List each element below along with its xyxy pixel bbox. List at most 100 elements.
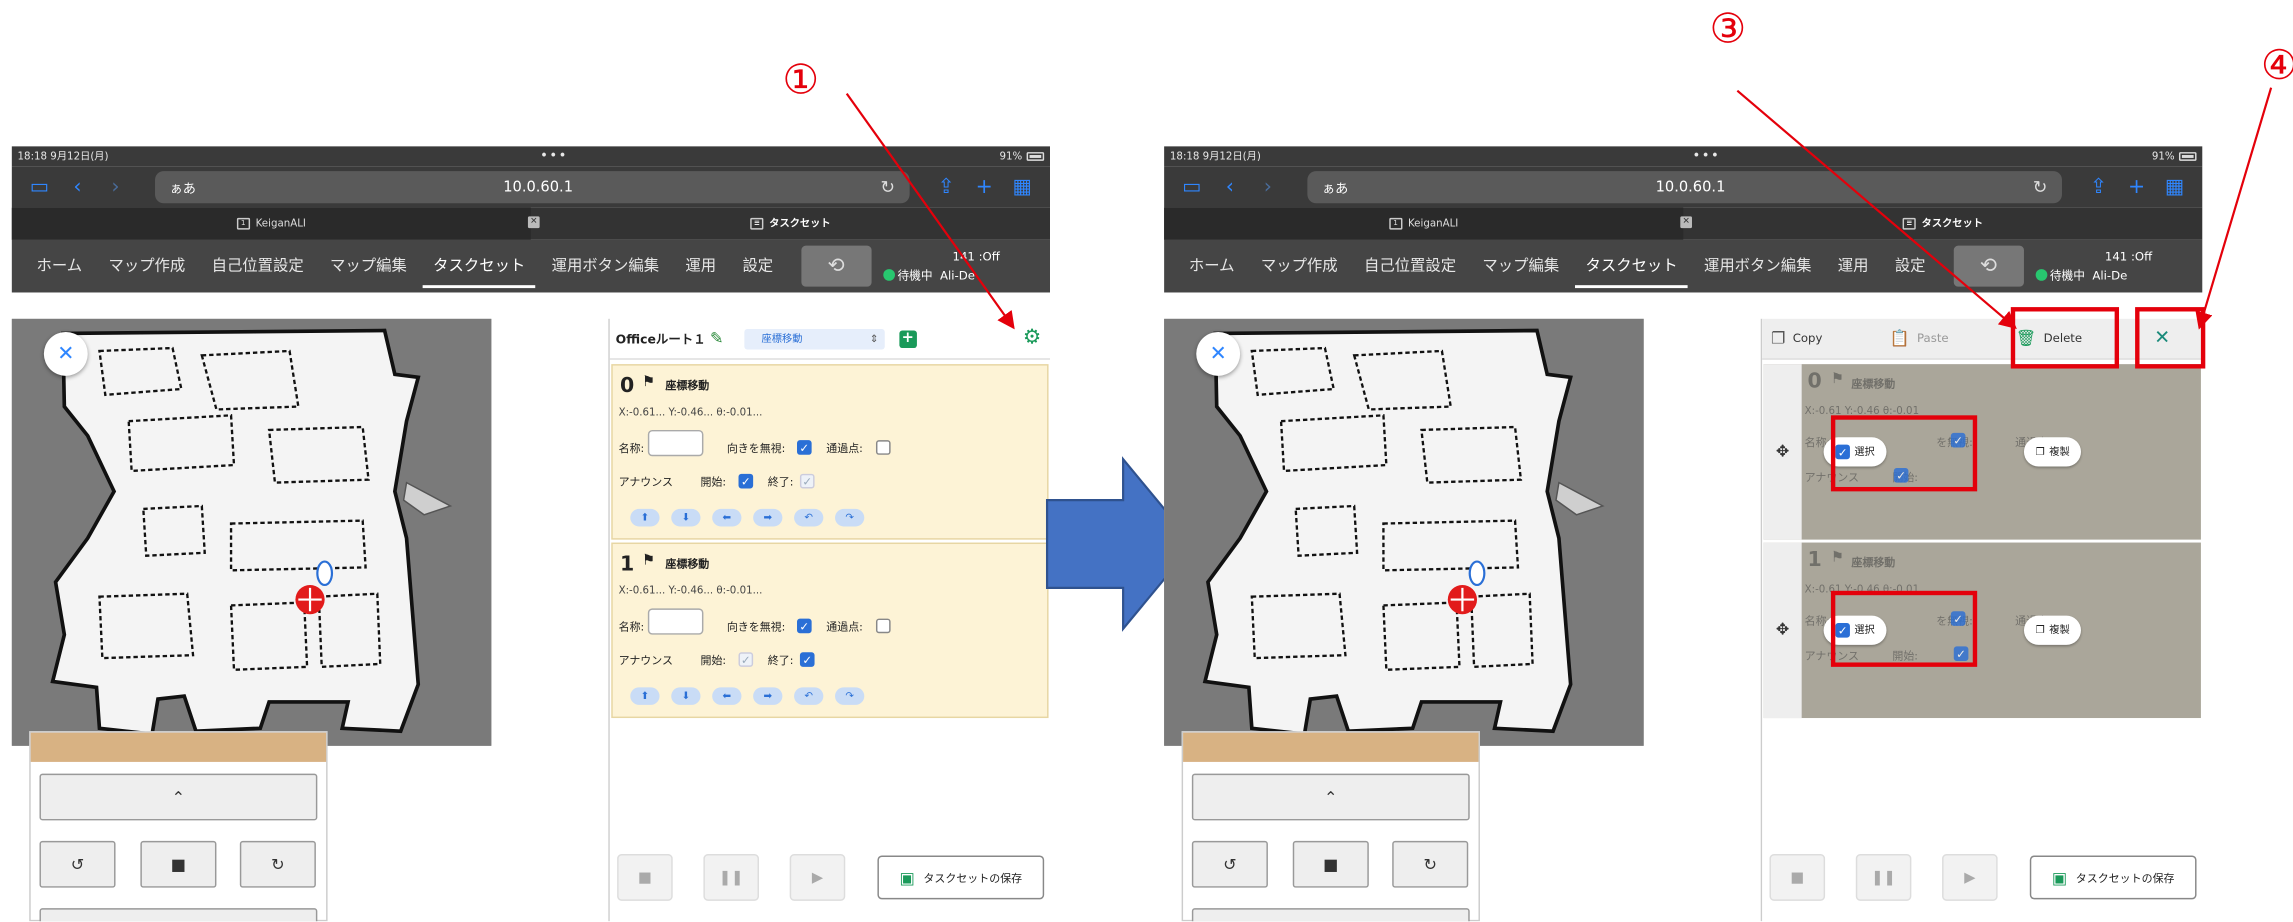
arrow-up-icon[interactable]: ⬆ (630, 508, 660, 527)
arrow-up-icon[interactable]: ⬆ (630, 687, 660, 705)
reload-icon[interactable]: ↻ (2033, 177, 2048, 197)
pencil-icon[interactable]: ✎ (710, 329, 723, 348)
forward-icon[interactable]: ⌃ (39, 773, 318, 821)
tab-taskset[interactable]: ≡ タスクセット (531, 208, 1050, 240)
redo-icon[interactable]: ↷ (835, 687, 865, 705)
nav-localize[interactable]: 自己位置設定 (198, 240, 316, 293)
undo-icon[interactable]: ↶ (794, 687, 824, 705)
drag-handle-icon[interactable]: ✥ (1763, 542, 1802, 719)
nav-taskset[interactable]: タスクセット (420, 240, 538, 293)
arrow-left-icon[interactable]: ⬅ (712, 508, 742, 527)
reload-icon[interactable]: ↻ (880, 177, 895, 197)
stop-icon[interactable]: ■ (140, 840, 217, 888)
share-icon[interactable]: ⇪ (927, 175, 965, 198)
end-checkbox[interactable]: ✓ (799, 473, 815, 489)
forward-icon[interactable]: › (1249, 175, 1287, 198)
edit-row-0[interactable]: ✥ 0 ⚑ 座標移動 X:-0.61 Y:-0.46 θ:-0.01 名称: を… (1763, 364, 2201, 540)
sidebar-icon[interactable]: ▭ (20, 175, 58, 198)
nav-button-edit[interactable]: 運用ボタン編集 (1691, 240, 1825, 293)
nav-settings[interactable]: 設定 (729, 240, 786, 293)
forward-icon[interactable]: ⌃ (1191, 773, 1470, 821)
new-tab-icon[interactable]: + (965, 175, 1003, 198)
backward-button[interactable] (39, 908, 318, 922)
stop-icon[interactable]: ■ (617, 854, 673, 901)
undo-icon[interactable]: ↶ (794, 508, 824, 527)
name-input[interactable] (647, 429, 704, 457)
stop-icon[interactable]: ■ (1769, 854, 1826, 901)
sidebar-icon[interactable]: ▭ (1173, 175, 1211, 198)
status-bar: 18:18 9月12日(月) ••• 91% (1164, 146, 2203, 167)
duplicate-button[interactable]: ❐ 複製 (2023, 615, 2082, 645)
nav-home[interactable]: ホーム (23, 240, 95, 293)
save-taskset-button[interactable]: ▣ タスクセットの保存 (2029, 855, 2197, 900)
sync-icon[interactable]: ⟲ (1953, 245, 2024, 287)
back-icon[interactable]: ‹ (58, 175, 96, 198)
nav-operation[interactable]: 運用 (672, 240, 729, 293)
nav-operation[interactable]: 運用 (1825, 240, 1882, 293)
nav-button-edit[interactable]: 運用ボタン編集 (538, 240, 672, 293)
arrow-down-icon[interactable]: ⬇ (671, 508, 701, 527)
tab-keiganali[interactable]: 1 KeiganALI ✕ (11, 207, 540, 240)
address-bar[interactable]: ぁあ 10.0.60.1 ↻ (1307, 171, 2062, 204)
nav-map-edit[interactable]: マップ編集 (1469, 240, 1572, 293)
end-checkbox[interactable]: ✓ (799, 652, 815, 667)
share-icon[interactable]: ⇪ (2080, 175, 2118, 198)
map-view[interactable]: ✕ (1164, 318, 1644, 746)
nav-map-edit[interactable]: マップ編集 (317, 240, 420, 293)
tabs-grid-icon[interactable]: ▦ (1003, 175, 1041, 198)
redo-icon[interactable]: ↷ (835, 508, 865, 527)
save-taskset-button[interactable]: ▣ タスクセットの保存 (877, 855, 1045, 900)
duplicate-button[interactable]: ❐ 複製 (2023, 437, 2082, 467)
pause-icon[interactable]: ❚❚ (1855, 854, 1912, 901)
forward-icon[interactable]: › (97, 175, 135, 198)
nav-map-create[interactable]: マップ作成 (1248, 240, 1351, 293)
arrow-down-icon[interactable]: ⬇ (671, 687, 701, 705)
nav-localize[interactable]: 自己位置設定 (1351, 240, 1469, 293)
tab-keiganali[interactable]: 1 KeiganALI ✕ (1164, 207, 1692, 240)
nav-taskset[interactable]: タスクセット (1572, 240, 1690, 293)
start-checkbox[interactable]: ✓ (738, 652, 754, 667)
nav-home[interactable]: ホーム (1176, 240, 1248, 293)
map-close-icon[interactable]: ✕ (1196, 331, 1241, 376)
edit-row-1[interactable]: ✥ 1 ⚑ 座標移動 X:-0.61 Y:-0.46 θ:-0.01 名称: を… (1763, 542, 2201, 719)
ignore-heading-checkbox[interactable]: ✓ (797, 618, 812, 634)
rotate-left-icon[interactable]: ↺ (1191, 840, 1268, 888)
rotate-right-icon[interactable]: ↻ (1392, 840, 1469, 888)
map-view[interactable]: ✕ (11, 318, 492, 746)
reader-label[interactable]: ぁあ (1322, 178, 1348, 197)
start-checkbox[interactable]: ✓ (738, 473, 754, 489)
back-icon[interactable]: ‹ (1211, 175, 1249, 198)
rotate-right-icon[interactable]: ↻ (239, 840, 316, 888)
stop-icon[interactable]: ■ (1292, 840, 1369, 888)
map-close-icon[interactable]: ✕ (43, 331, 88, 376)
drag-handle-icon[interactable]: ✥ (1763, 364, 1802, 540)
tab-taskset[interactable]: ≡ タスクセット (1683, 208, 2202, 240)
add-icon[interactable]: + (898, 329, 917, 348)
copy-button[interactable]: ❐ Copy (1771, 329, 1822, 348)
address-bar[interactable]: ぁあ 10.0.60.1 ↻ (155, 171, 910, 204)
waypoint-checkbox[interactable] (875, 618, 891, 634)
mode-select[interactable]: 座標移動 (743, 328, 885, 349)
arrow-right-icon[interactable]: ➡ (753, 687, 783, 705)
sync-icon[interactable]: ⟲ (800, 245, 872, 287)
waypoint-checkbox[interactable] (875, 440, 891, 455)
rotate-left-icon[interactable]: ↺ (39, 840, 116, 888)
backward-button[interactable] (1191, 908, 1470, 922)
name-input[interactable] (647, 608, 704, 635)
nav-settings[interactable]: 設定 (1882, 240, 1939, 293)
pause-icon[interactable]: ❚❚ (703, 854, 759, 901)
play-icon[interactable]: ▶ (789, 854, 846, 901)
task-card-1[interactable]: 1 ⚑ 座標移動 X:-0.61... Y:-0.46... θ:-0.01..… (611, 542, 1049, 719)
nav-map-create[interactable]: マップ作成 (95, 240, 198, 293)
ignore-heading-checkbox[interactable]: ✓ (797, 440, 812, 455)
new-tab-icon[interactable]: + (2118, 175, 2156, 198)
gear-icon[interactable]: ⚙ (1023, 326, 1041, 349)
arrow-right-icon[interactable]: ➡ (753, 508, 783, 527)
battery-icon (1026, 152, 1045, 161)
tabs-grid-icon[interactable]: ▦ (2156, 175, 2194, 198)
play-icon[interactable]: ▶ (1942, 854, 1998, 901)
arrow-left-icon[interactable]: ⬅ (712, 687, 742, 705)
paste-button[interactable]: 📋 Paste (1890, 329, 1949, 348)
reader-label[interactable]: ぁあ (170, 178, 196, 197)
task-card-0[interactable]: 0 ⚑ 座標移動 X:-0.61... Y:-0.46... θ:-0.01..… (611, 364, 1049, 540)
